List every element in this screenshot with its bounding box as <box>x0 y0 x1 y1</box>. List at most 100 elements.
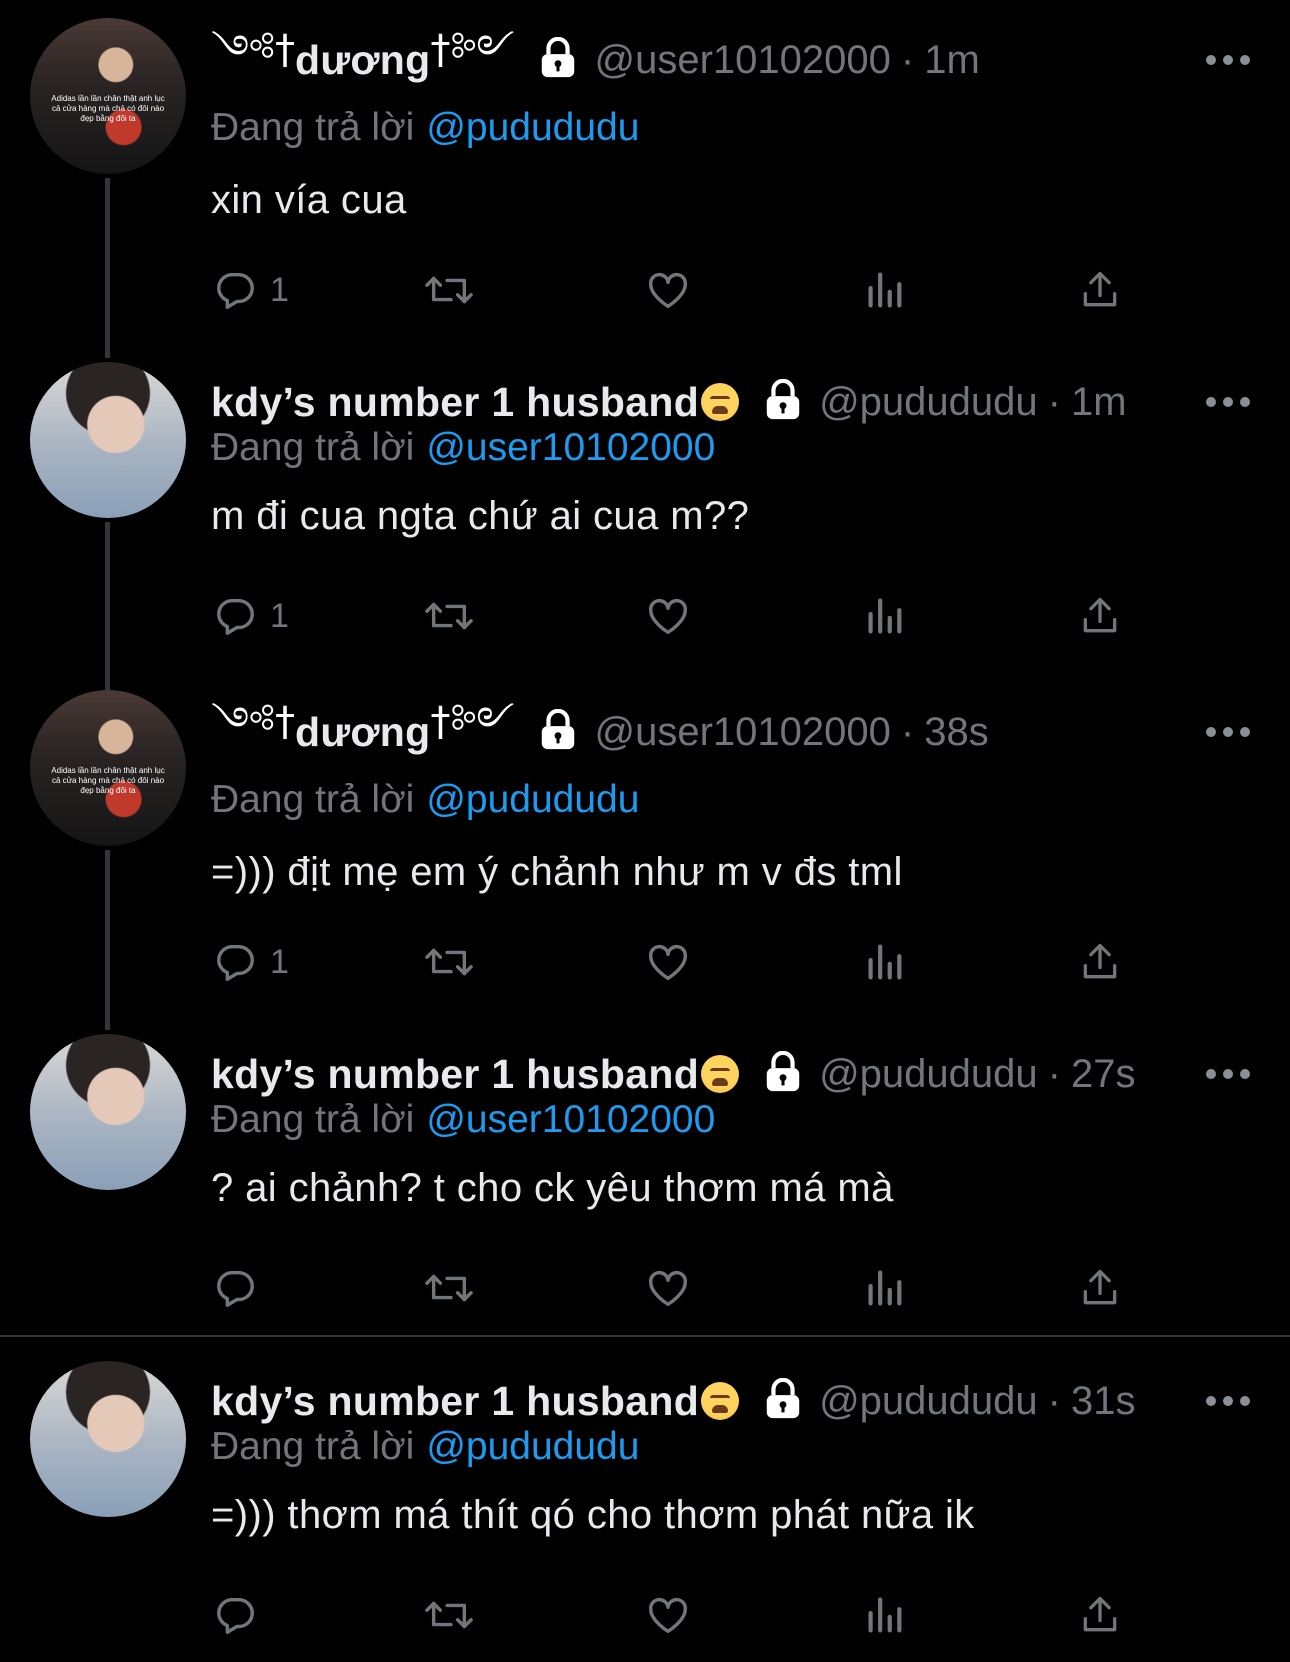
tweet-text: =))) thơm má thít qó cho thơm phát nữa i… <box>211 1493 975 1537</box>
like-button[interactable] <box>644 260 692 320</box>
replying-label: Đang trả lời <box>211 1098 415 1141</box>
more-options-button[interactable] <box>1206 1064 1250 1084</box>
header-separator: · <box>1047 1378 1061 1423</box>
name-decoration: ༺† <box>211 26 295 73</box>
avatar[interactable]: Adidas lần lần chân thật anh lục cả cửa … <box>30 690 186 846</box>
replying-mention-link[interactable]: @user10102000 <box>426 426 715 469</box>
timestamp[interactable]: 38s <box>924 710 989 755</box>
retweet-button[interactable] <box>422 1585 476 1645</box>
views-icon <box>864 939 904 985</box>
avatar[interactable] <box>30 1034 186 1190</box>
display-name[interactable]: dương <box>295 709 430 756</box>
replying-to: Đang trả lời @pudududu <box>211 1425 639 1469</box>
like-icon <box>644 939 692 985</box>
lock-icon <box>538 36 578 83</box>
tweet-actions <box>0 1258 1290 1318</box>
reply-button[interactable]: 1 <box>212 260 289 320</box>
replying-label: Đang trả lời <box>211 426 415 469</box>
replying-mention-link[interactable]: @user10102000 <box>426 1098 715 1141</box>
like-button[interactable] <box>644 932 692 992</box>
avatar[interactable] <box>30 1361 186 1517</box>
reply-button[interactable]: 1 <box>212 586 289 646</box>
tweet-text: ? ai chảnh? t cho ck yêu thơm má mà <box>211 1166 894 1210</box>
views-icon <box>864 1592 904 1638</box>
display-name[interactable]: dương <box>295 37 430 84</box>
replying-mention-link[interactable]: @pudududu <box>426 1425 639 1468</box>
more-options-button[interactable] <box>1206 392 1250 412</box>
retweet-button[interactable] <box>422 932 476 992</box>
replying-mention-link[interactable]: @pudududu <box>426 778 639 821</box>
user-handle[interactable]: @user10102000 <box>594 38 890 83</box>
retweet-button[interactable] <box>422 1258 476 1318</box>
timestamp[interactable]: 1m <box>1071 380 1127 425</box>
tweet-header: ༺† dương †༻ @user10102000 · 38s <box>211 699 989 760</box>
replying-label: Đang trả lời <box>211 106 415 149</box>
share-button[interactable] <box>1078 586 1122 646</box>
more-icon <box>1206 1069 1216 1079</box>
name-decoration: †༻ <box>430 26 515 73</box>
more-options-button[interactable] <box>1206 1391 1250 1411</box>
reply-icon <box>212 593 258 639</box>
user-handle[interactable]: @user10102000 <box>594 710 890 755</box>
more-icon <box>1206 55 1216 65</box>
timestamp[interactable]: 27s <box>1071 1052 1136 1097</box>
like-icon <box>644 593 692 639</box>
share-button[interactable] <box>1078 1585 1122 1645</box>
more-options-button[interactable] <box>1206 50 1250 70</box>
user-handle[interactable]: @pudududu <box>819 1052 1038 1097</box>
views-button[interactable] <box>864 1585 904 1645</box>
name-decoration: †༻ <box>430 698 515 745</box>
tweet-text: m đi cua ngta chứ ai cua m?? <box>211 494 750 538</box>
retweet-button[interactable] <box>422 260 476 320</box>
lock-icon <box>763 378 803 425</box>
share-icon <box>1078 267 1122 313</box>
views-button[interactable] <box>864 260 904 320</box>
like-icon <box>644 1265 692 1311</box>
tweet-header: kdy’s number 1 husband @pudududu · 1m <box>211 374 1127 430</box>
views-button[interactable] <box>864 586 904 646</box>
avatar[interactable]: Adidas lần lần chân thật anh lục cả cửa … <box>30 18 186 174</box>
views-button[interactable] <box>864 932 904 992</box>
avatar[interactable] <box>30 362 186 518</box>
more-options-button[interactable] <box>1206 722 1250 742</box>
like-button[interactable] <box>644 1585 692 1645</box>
lock-icon <box>763 1377 803 1424</box>
retweet-icon <box>422 267 476 313</box>
display-name[interactable]: kdy’s number 1 husband <box>211 379 699 426</box>
reply-count: 1 <box>270 270 289 309</box>
tweet-header: kdy’s number 1 husband @pudududu · 27s <box>211 1046 1135 1102</box>
user-handle[interactable]: @pudududu <box>819 1379 1038 1424</box>
share-button[interactable] <box>1078 260 1122 320</box>
name-decoration: ༺† <box>211 698 295 745</box>
reply-icon <box>212 939 258 985</box>
timestamp[interactable]: 31s <box>1071 1379 1136 1424</box>
lock-icon <box>538 708 578 755</box>
share-button[interactable] <box>1078 1258 1122 1318</box>
like-button[interactable] <box>644 586 692 646</box>
more-icon <box>1206 397 1216 407</box>
reply-button[interactable]: 1 <box>212 932 289 992</box>
share-icon <box>1078 593 1122 639</box>
replying-mention-link[interactable]: @pudududu <box>426 106 639 149</box>
section-divider <box>0 1335 1290 1337</box>
retweet-button[interactable] <box>422 586 476 646</box>
share-icon <box>1078 1592 1122 1638</box>
header-separator: · <box>900 37 915 82</box>
display-name[interactable]: kdy’s number 1 husband <box>211 1051 699 1098</box>
views-icon <box>864 593 904 639</box>
reply-button[interactable] <box>212 1585 258 1645</box>
reply-button[interactable] <box>212 1258 258 1318</box>
reply-icon <box>212 1265 258 1311</box>
tweet-actions: 1 <box>0 586 1290 646</box>
like-button[interactable] <box>644 1258 692 1318</box>
timestamp[interactable]: 1m <box>924 38 980 83</box>
reply-count: 1 <box>270 942 289 981</box>
views-button[interactable] <box>864 1258 904 1318</box>
display-name[interactable]: kdy’s number 1 husband <box>211 1378 699 1425</box>
tired-face-emoji-icon <box>701 1382 740 1420</box>
tweet-header: kdy’s number 1 husband @pudududu · 31s <box>211 1373 1135 1429</box>
user-handle[interactable]: @pudududu <box>819 380 1038 425</box>
tweet-actions: 1 <box>0 260 1290 320</box>
share-button[interactable] <box>1078 932 1122 992</box>
tweet-header: ༺† dương †༻ @user10102000 · 1m <box>211 27 980 88</box>
